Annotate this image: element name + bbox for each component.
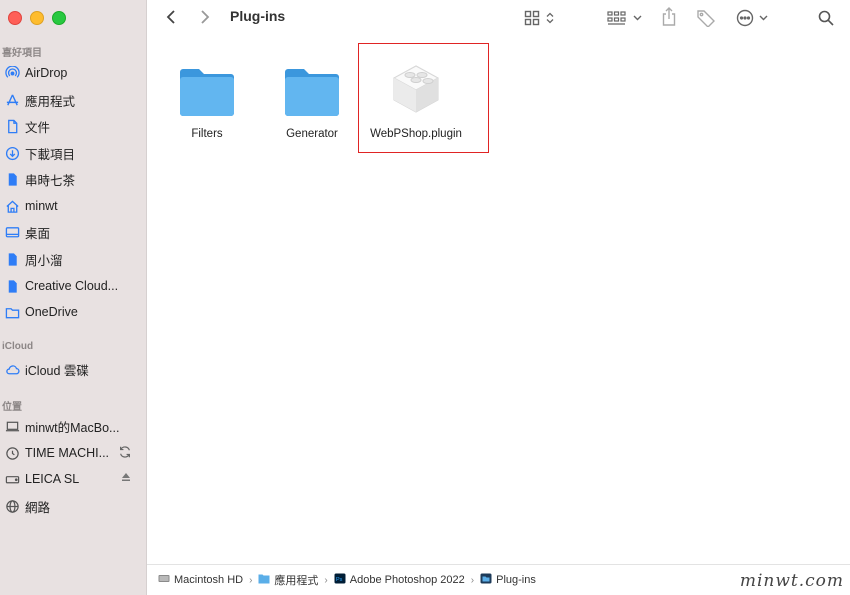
eject-icon[interactable] [120, 471, 132, 486]
chevron-down-icon [759, 14, 768, 22]
favorites-section-title: 喜好項目 [2, 48, 42, 59]
file-item-generator[interactable]: Generator [262, 52, 362, 140]
file-name: Generator [286, 128, 338, 140]
chevron-right-icon: › [470, 574, 475, 586]
window-title: Plug-ins [230, 8, 286, 24]
document-filled-icon [4, 278, 20, 294]
sidebar-item-creative-cloud[interactable]: Creative Cloud... [0, 274, 146, 298]
sidebar-item-label: 周小溜 [25, 253, 63, 268]
breadcrumb-macintosh-hd[interactable]: Macintosh HD [158, 573, 243, 587]
grouping-icon [607, 10, 627, 26]
chevron-right-icon: › [324, 574, 328, 586]
zoom-window-button[interactable] [52, 11, 66, 25]
more-actions-button[interactable] [736, 7, 768, 29]
document-filled-icon [4, 171, 20, 187]
icon-grid-icon [524, 10, 540, 26]
sidebar-item-icloud-drive[interactable]: iCloud 雲碟 [0, 357, 146, 381]
back-button[interactable] [165, 6, 177, 28]
breadcrumb-label: 應用程式 [274, 575, 319, 587]
time-machine-icon [4, 445, 20, 461]
sidebar-item-label: 網路 [25, 500, 51, 515]
tag-icon [696, 9, 716, 27]
cloud-icon [4, 361, 20, 377]
sync-icon [118, 445, 132, 462]
share-icon [661, 7, 677, 27]
sidebar-item-label: minwt的MacBo... [25, 420, 120, 435]
svg-text:Ps: Ps [336, 577, 343, 583]
home-icon [4, 198, 20, 214]
sidebar-item-folder-1[interactable]: 串時七茶 [0, 167, 146, 191]
sidebar-item-label: Creative Cloud... [25, 279, 119, 293]
search-icon [818, 10, 834, 26]
file-name: Filters [191, 128, 223, 140]
desktop-icon [4, 224, 20, 240]
sidebar-item-label: TIME MACHI... [25, 446, 110, 460]
file-item-filters[interactable]: Filters [157, 52, 257, 140]
document-icon [4, 118, 20, 134]
sidebar-item-time-machine[interactable]: TIME MACHI... [0, 441, 146, 465]
chevron-updown-icon [546, 12, 554, 24]
sidebar-item-label: 下載項目 [25, 147, 76, 162]
sidebar-item-applications[interactable]: 應用程式 [0, 88, 146, 112]
sidebar-item-label: 文件 [25, 120, 51, 135]
close-window-button[interactable] [8, 11, 22, 25]
sidebar-item-label: 應用程式 [25, 94, 76, 109]
folder-icon [157, 52, 257, 118]
chevron-down-icon [633, 14, 642, 22]
ellipsis-circle-icon [736, 9, 754, 27]
document-filled-icon [4, 251, 20, 267]
breadcrumb-label: Adobe Photoshop 2022 [349, 574, 465, 586]
locations-section-title: 位置 [2, 402, 22, 413]
sidebar-item-documents[interactable]: 文件 [0, 114, 146, 138]
forward-button[interactable] [199, 6, 211, 28]
sidebar-item-downloads[interactable]: 下載項目 [0, 141, 146, 165]
network-icon [4, 498, 20, 514]
breadcrumb-label: Plug-ins [496, 574, 536, 586]
minimize-window-button[interactable] [30, 11, 44, 25]
tag-button[interactable] [696, 7, 716, 29]
sidebar-item-network[interactable]: 網路 [0, 494, 146, 518]
folder-icon [258, 573, 270, 587]
sidebar-item-label: LEICA SL [25, 472, 80, 486]
sidebar-item-label: OneDrive [25, 305, 78, 319]
hard-drive-icon [158, 573, 170, 587]
sidebar-item-airdrop[interactable]: AirDrop [0, 61, 146, 85]
watermark-text: minwt.com [739, 571, 844, 591]
search-button[interactable] [818, 7, 834, 29]
sidebar-item-desktop[interactable]: 桌面 [0, 220, 146, 244]
sidebar-item-label: iCloud 雲碟 [25, 363, 89, 378]
folder-icon [480, 573, 492, 587]
breadcrumb-label: Macintosh HD [174, 574, 244, 586]
sidebar: 喜好項目 AirDrop 應用程式 文件 下載項目 串時七茶 minwt 桌面 … [0, 0, 147, 595]
photoshop-icon: Ps [334, 573, 346, 587]
sidebar-item-home[interactable]: minwt [0, 194, 146, 218]
sidebar-item-macbook[interactable]: minwt的MacBo... [0, 414, 146, 438]
drive-icon [4, 471, 20, 487]
view-mode-button[interactable] [524, 7, 554, 29]
share-button[interactable] [661, 6, 677, 28]
sidebar-item-onedrive[interactable]: OneDrive [0, 300, 146, 324]
sidebar-item-label: minwt [25, 199, 58, 213]
breadcrumb-photoshop[interactable]: Ps Adobe Photoshop 2022 [334, 573, 465, 587]
laptop-icon [4, 418, 20, 434]
downloads-icon [4, 145, 20, 161]
airdrop-icon [4, 65, 20, 81]
folder-icon [262, 52, 362, 118]
sidebar-item-folder-2[interactable]: 周小溜 [0, 247, 146, 271]
breadcrumb-applications[interactable]: 應用程式 [258, 572, 318, 588]
sidebar-item-label: 桌面 [25, 226, 51, 241]
breadcrumb-plug-ins[interactable]: Plug-ins [480, 573, 536, 587]
sidebar-item-label: AirDrop [25, 66, 68, 80]
selection-highlight-box [358, 43, 489, 153]
sidebar-item-leica-sl[interactable]: LEICA SL [0, 467, 146, 491]
group-by-button[interactable] [607, 7, 642, 29]
folder-icon [4, 304, 20, 320]
window-controls [8, 11, 66, 25]
sidebar-item-label: 串時七茶 [25, 173, 76, 188]
chevron-right-icon: › [249, 574, 253, 586]
icloud-section-title: iCloud [2, 341, 34, 352]
applications-icon [4, 92, 20, 108]
